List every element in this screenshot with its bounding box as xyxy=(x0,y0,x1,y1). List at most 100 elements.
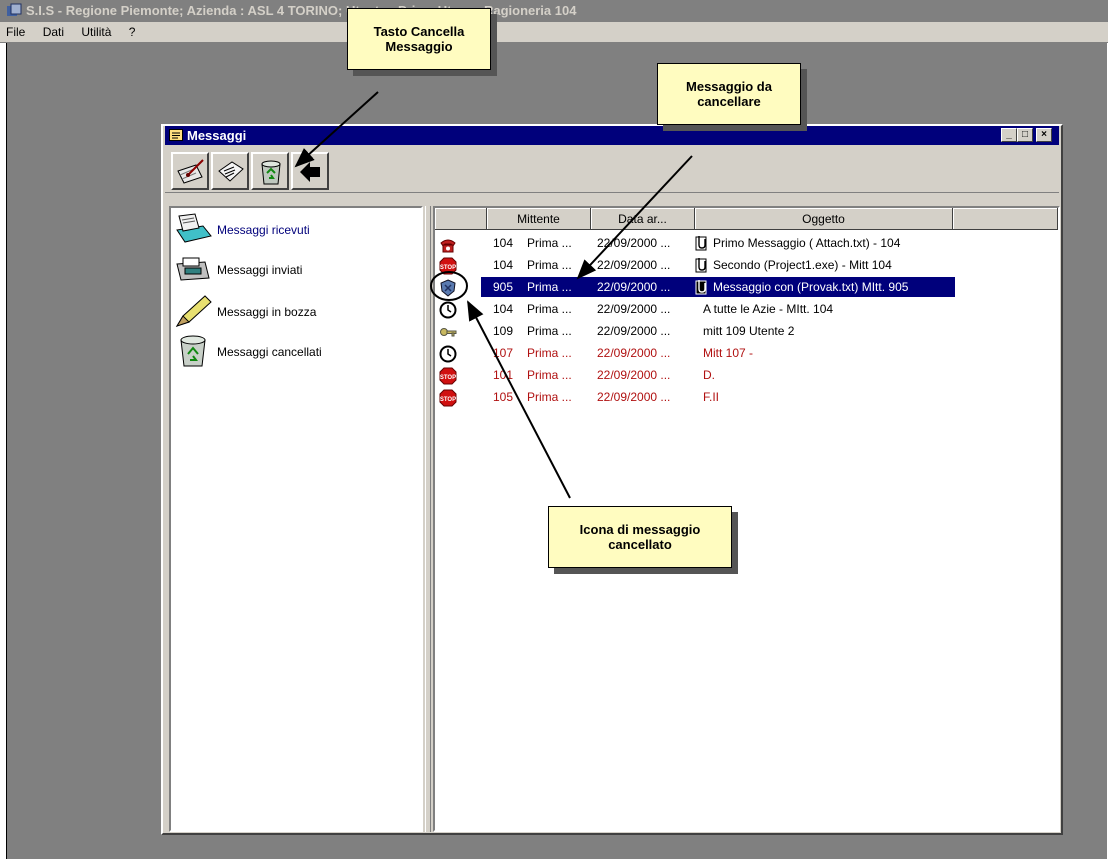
column-header-icon[interactable] xyxy=(435,208,487,230)
message-date: 22/09/2000 ... xyxy=(597,346,671,360)
message-id: 105 xyxy=(493,390,514,404)
attachment-icon xyxy=(695,257,709,273)
folder-tree: Messaggi ricevuti Messaggi inviati Messa… xyxy=(169,206,423,832)
new-message-button[interactable] xyxy=(171,152,209,190)
maximize-button[interactable]: □ xyxy=(1017,128,1033,142)
clock-icon xyxy=(439,345,457,363)
folder-messaggi-cancellati[interactable]: Messaggi cancellati xyxy=(173,334,413,370)
message-subject: Primo Messaggio ( Attach.txt) - 104 xyxy=(713,236,901,250)
messages-window-titlebar[interactable]: Messaggi _ □ × xyxy=(165,126,1059,145)
pencil-icon xyxy=(175,295,212,327)
mail-window-icon xyxy=(169,129,183,141)
menu-dati[interactable]: Dati xyxy=(43,25,64,39)
message-date: 22/09/2000 ... xyxy=(597,324,671,338)
menu-utilita[interactable]: Utilità xyxy=(81,25,111,39)
column-header: Mittente Data ar... Oggetto xyxy=(435,208,1058,230)
column-header-mittente[interactable]: Mittente xyxy=(487,208,591,230)
message-row[interactable]: STOP 104 Prima ... 22/09/2000 ... Secondo (P… xyxy=(435,254,1058,276)
message-id: 905 xyxy=(493,280,514,294)
message-date: 22/09/2000 ... xyxy=(597,390,671,404)
toolbar xyxy=(165,148,1059,193)
message-date: 22/09/2000 ... xyxy=(597,302,671,316)
folder-messaggi-in-bozza[interactable]: Messaggi in bozza xyxy=(173,294,413,330)
message-row[interactable]: 104 Prima ... 22/09/2000 ... A tutte le Azi… xyxy=(435,298,1058,320)
folder-messaggi-ricevuti[interactable]: Messaggi ricevuti xyxy=(173,212,413,248)
message-id: 104 xyxy=(493,302,514,316)
exit-button[interactable] xyxy=(291,152,329,190)
message-subject: D. xyxy=(703,368,715,382)
message-list: Mittente Data ar... Oggetto 104 Prima ...… xyxy=(433,206,1060,832)
message-id: 104 xyxy=(493,258,514,272)
callout-deleted-icon: Icona di messaggio cancellato xyxy=(548,506,732,568)
folder-label: Messaggi ricevuti xyxy=(217,223,310,237)
folder-label: Messaggi in bozza xyxy=(217,305,317,319)
svg-text:STOP: STOP xyxy=(440,397,456,403)
app-title: S.I.S - Regione Piemonte; Azienda : ASL … xyxy=(26,3,577,18)
messages-window: Messaggi _ □ × Messaggi ricevuti Messagg… xyxy=(161,124,1063,835)
menu-bar: File Dati Utilità ? xyxy=(0,22,1108,43)
delete-message-button[interactable] xyxy=(251,152,289,190)
message-subject: F.II xyxy=(703,390,720,404)
message-sender: Prima ... xyxy=(527,324,572,338)
message-id: 104 xyxy=(493,236,514,250)
message-sender: Prima ... xyxy=(527,390,572,404)
message-id: 109 xyxy=(493,324,514,338)
attachment-icon xyxy=(695,279,709,295)
message-id: 101 xyxy=(493,368,514,382)
close-button[interactable]: × xyxy=(1036,128,1052,142)
messages-window-title: Messaggi xyxy=(187,128,247,143)
message-subject: mitt 109 Utente 2 xyxy=(703,324,795,338)
app-logo-icon xyxy=(7,3,22,16)
callout-delete-button: Tasto Cancella Messaggio xyxy=(347,8,491,70)
folder-label: Messaggi inviati xyxy=(217,263,303,277)
app-titlebar: S.I.S - Regione Piemonte; Azienda : ASL … xyxy=(0,0,1108,22)
recycle-bin-icon xyxy=(180,335,206,367)
message-subject: Secondo (Project1.exe) - Mitt 104 xyxy=(713,258,892,272)
message-row[interactable]: 104 Prima ... 22/09/2000 ... Primo Messaggi… xyxy=(435,232,1058,254)
fax-icon xyxy=(176,257,210,281)
folder-messaggi-inviati[interactable]: Messaggi inviati xyxy=(173,252,413,288)
message-sender: Prima ... xyxy=(527,368,572,382)
minimize-button[interactable]: _ xyxy=(1001,128,1017,142)
back-arrow-icon xyxy=(300,162,320,182)
inbox-tray-icon xyxy=(176,213,212,243)
callout-message-to-delete: Messaggio da cancellare xyxy=(657,63,801,125)
message-sender: Prima ... xyxy=(527,346,572,360)
application-window: S.I.S - Regione Piemonte; Azienda : ASL … xyxy=(0,0,1108,859)
svg-text:STOP: STOP xyxy=(440,375,456,381)
attachment-icon xyxy=(695,235,709,251)
reply-message-button[interactable] xyxy=(211,152,249,190)
column-header-oggetto[interactable]: Oggetto xyxy=(695,208,953,230)
svg-text:STOP: STOP xyxy=(440,265,456,271)
stop-icon: STOP xyxy=(439,367,457,385)
envelope-icon xyxy=(218,161,244,182)
message-row[interactable]: 107 Prima ... 22/09/2000 ... Mitt 107 - xyxy=(435,342,1058,364)
clock-icon xyxy=(439,301,457,319)
message-row[interactable]: 905 Prima ... 22/09/2000 ... Messaggio con … xyxy=(435,276,1058,298)
stop-icon: STOP xyxy=(439,389,457,407)
message-sender: Prima ... xyxy=(527,258,572,272)
key-icon xyxy=(439,323,457,341)
column-header-filler xyxy=(953,208,1058,230)
message-date: 22/09/2000 ... xyxy=(597,280,671,294)
message-row[interactable]: 109 Prima ... 22/09/2000 ... mitt 109 Utent… xyxy=(435,320,1058,342)
message-subject: Messaggio con (Provak.txt) MItt. 905 xyxy=(713,280,909,294)
menu-help[interactable]: ? xyxy=(129,25,136,39)
message-subject: Mitt 107 - xyxy=(703,346,754,360)
column-header-data[interactable]: Data ar... xyxy=(591,208,695,230)
deleted-shield-icon xyxy=(439,279,457,297)
message-sender: Prima ... xyxy=(527,280,572,294)
message-date: 22/09/2000 ... xyxy=(597,258,671,272)
pane-splitter[interactable] xyxy=(425,206,431,832)
message-sender: Prima ... xyxy=(527,236,572,250)
phone-icon xyxy=(439,235,457,253)
recycle-bin-icon xyxy=(261,160,281,185)
message-subject: A tutte le Azie - MItt. 104 xyxy=(703,302,834,316)
pen-letter-icon xyxy=(177,159,204,184)
message-row[interactable]: STOP 105 Prima ... 22/09/2000 ... F.II xyxy=(435,386,1058,408)
message-row[interactable]: STOP 101 Prima ... 22/09/2000 ... D. xyxy=(435,364,1058,386)
message-date: 22/09/2000 ... xyxy=(597,368,671,382)
menu-file[interactable]: File xyxy=(6,25,25,39)
message-id: 107 xyxy=(493,346,514,360)
stop-icon: STOP xyxy=(439,257,457,275)
